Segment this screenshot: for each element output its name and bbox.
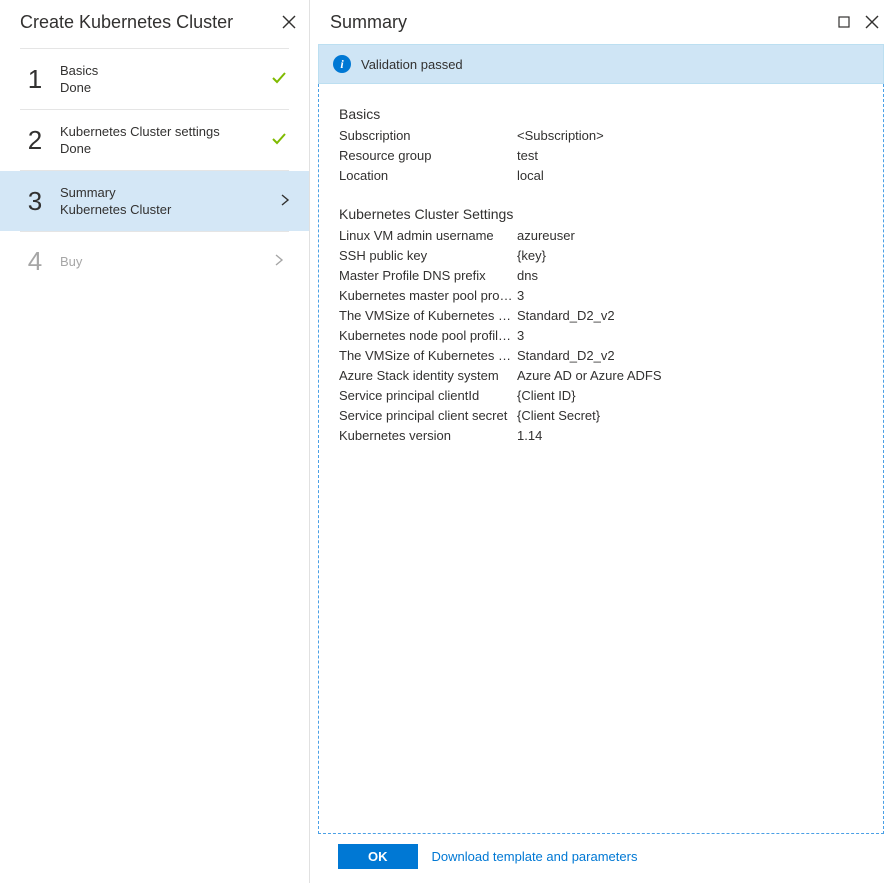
chevron-right-icon <box>279 194 291 209</box>
step-subtitle: Done <box>60 80 255 95</box>
check-icon <box>271 131 287 150</box>
step-number: 3 <box>24 186 46 217</box>
summary-row: Kubernetes node pool profile c...3 <box>339 326 863 346</box>
step-title: Buy <box>60 254 255 269</box>
summary-row: Subscription<Subscription> <box>339 126 863 146</box>
summary-key: Service principal client secret <box>339 406 517 426</box>
summary-row: Service principal clientId{Client ID} <box>339 386 863 406</box>
step-number: 4 <box>24 246 46 277</box>
summary-key: Location <box>339 166 517 186</box>
summary-footer: OK Download template and parameters <box>318 834 884 883</box>
create-wizard-panel: Create Kubernetes Cluster 1 Basics Done … <box>0 0 310 883</box>
step-summary[interactable]: 3 Summary Kubernetes Cluster <box>0 171 309 231</box>
summary-value: local <box>517 166 863 186</box>
summary-panel: Summary i Validation passed Basics Subsc… <box>310 0 892 883</box>
summary-row: Master Profile DNS prefixdns <box>339 266 863 286</box>
step-kubernetes-settings[interactable]: 2 Kubernetes Cluster settings Done <box>20 110 289 170</box>
section-heading-k8s: Kubernetes Cluster Settings <box>339 206 863 222</box>
right-panel-title: Summary <box>330 12 407 33</box>
summary-row: Azure Stack identity systemAzure AD or A… <box>339 366 863 386</box>
summary-value: 1.14 <box>517 426 863 446</box>
summary-row: Resource grouptest <box>339 146 863 166</box>
summary-row: The VMSize of Kubernetes mas...Standard_… <box>339 306 863 326</box>
summary-body: Basics Subscription<Subscription> Resour… <box>318 84 884 834</box>
step-subtitle: Done <box>60 141 255 156</box>
wizard-steps: 1 Basics Done 2 Kubernetes Cluster setti… <box>0 44 309 291</box>
left-panel-title: Create Kubernetes Cluster <box>20 12 233 33</box>
step-number: 1 <box>24 64 46 95</box>
summary-key: Azure Stack identity system <box>339 366 517 386</box>
summary-value: Standard_D2_v2 <box>517 346 863 366</box>
summary-value: 3 <box>517 286 863 306</box>
summary-key: SSH public key <box>339 246 517 266</box>
summary-row: SSH public key{key} <box>339 246 863 266</box>
summary-value: azureuser <box>517 226 863 246</box>
step-title: Summary <box>60 185 261 200</box>
summary-row: Linux VM admin usernameazureuser <box>339 226 863 246</box>
summary-value: Standard_D2_v2 <box>517 306 863 326</box>
summary-key: Master Profile DNS prefix <box>339 266 517 286</box>
left-panel-header: Create Kubernetes Cluster <box>0 0 309 44</box>
summary-row: Service principal client secret{Client S… <box>339 406 863 426</box>
summary-value: 3 <box>517 326 863 346</box>
summary-key: Linux VM admin username <box>339 226 517 246</box>
step-title: Kubernetes Cluster settings <box>60 124 255 139</box>
summary-value: Azure AD or Azure ADFS <box>517 366 863 386</box>
summary-row: Locationlocal <box>339 166 863 186</box>
check-icon <box>271 70 287 89</box>
step-basics[interactable]: 1 Basics Done <box>20 49 289 109</box>
step-title: Basics <box>60 63 255 78</box>
info-icon: i <box>333 55 351 73</box>
summary-row: Kubernetes master pool profile ...3 <box>339 286 863 306</box>
summary-value: dns <box>517 266 863 286</box>
section-heading-basics: Basics <box>339 106 863 122</box>
summary-key: The VMSize of Kubernetes nod... <box>339 346 517 366</box>
summary-key: The VMSize of Kubernetes mas... <box>339 306 517 326</box>
chevron-right-icon <box>273 254 285 269</box>
step-subtitle: Kubernetes Cluster <box>60 202 261 217</box>
summary-key: Service principal clientId <box>339 386 517 406</box>
summary-value: {Client Secret} <box>517 406 863 426</box>
summary-value: {key} <box>517 246 863 266</box>
summary-key: Subscription <box>339 126 517 146</box>
right-panel-header: Summary <box>310 0 892 44</box>
summary-key: Kubernetes version <box>339 426 517 446</box>
close-icon[interactable] <box>281 14 297 30</box>
validation-banner: i Validation passed <box>318 44 884 84</box>
summary-key: Resource group <box>339 146 517 166</box>
summary-value: {Client ID} <box>517 386 863 406</box>
summary-key: Kubernetes node pool profile c... <box>339 326 517 346</box>
maximize-icon[interactable] <box>836 14 852 30</box>
summary-row: Kubernetes version1.14 <box>339 426 863 446</box>
download-template-link[interactable]: Download template and parameters <box>432 849 638 864</box>
close-icon[interactable] <box>864 14 880 30</box>
step-buy[interactable]: 4 Buy <box>20 232 289 291</box>
ok-button[interactable]: OK <box>338 844 418 869</box>
summary-key: Kubernetes master pool profile ... <box>339 286 517 306</box>
summary-value: test <box>517 146 863 166</box>
summary-row: The VMSize of Kubernetes nod...Standard_… <box>339 346 863 366</box>
summary-value: <Subscription> <box>517 126 863 146</box>
step-number: 2 <box>24 125 46 156</box>
validation-message: Validation passed <box>361 57 463 72</box>
